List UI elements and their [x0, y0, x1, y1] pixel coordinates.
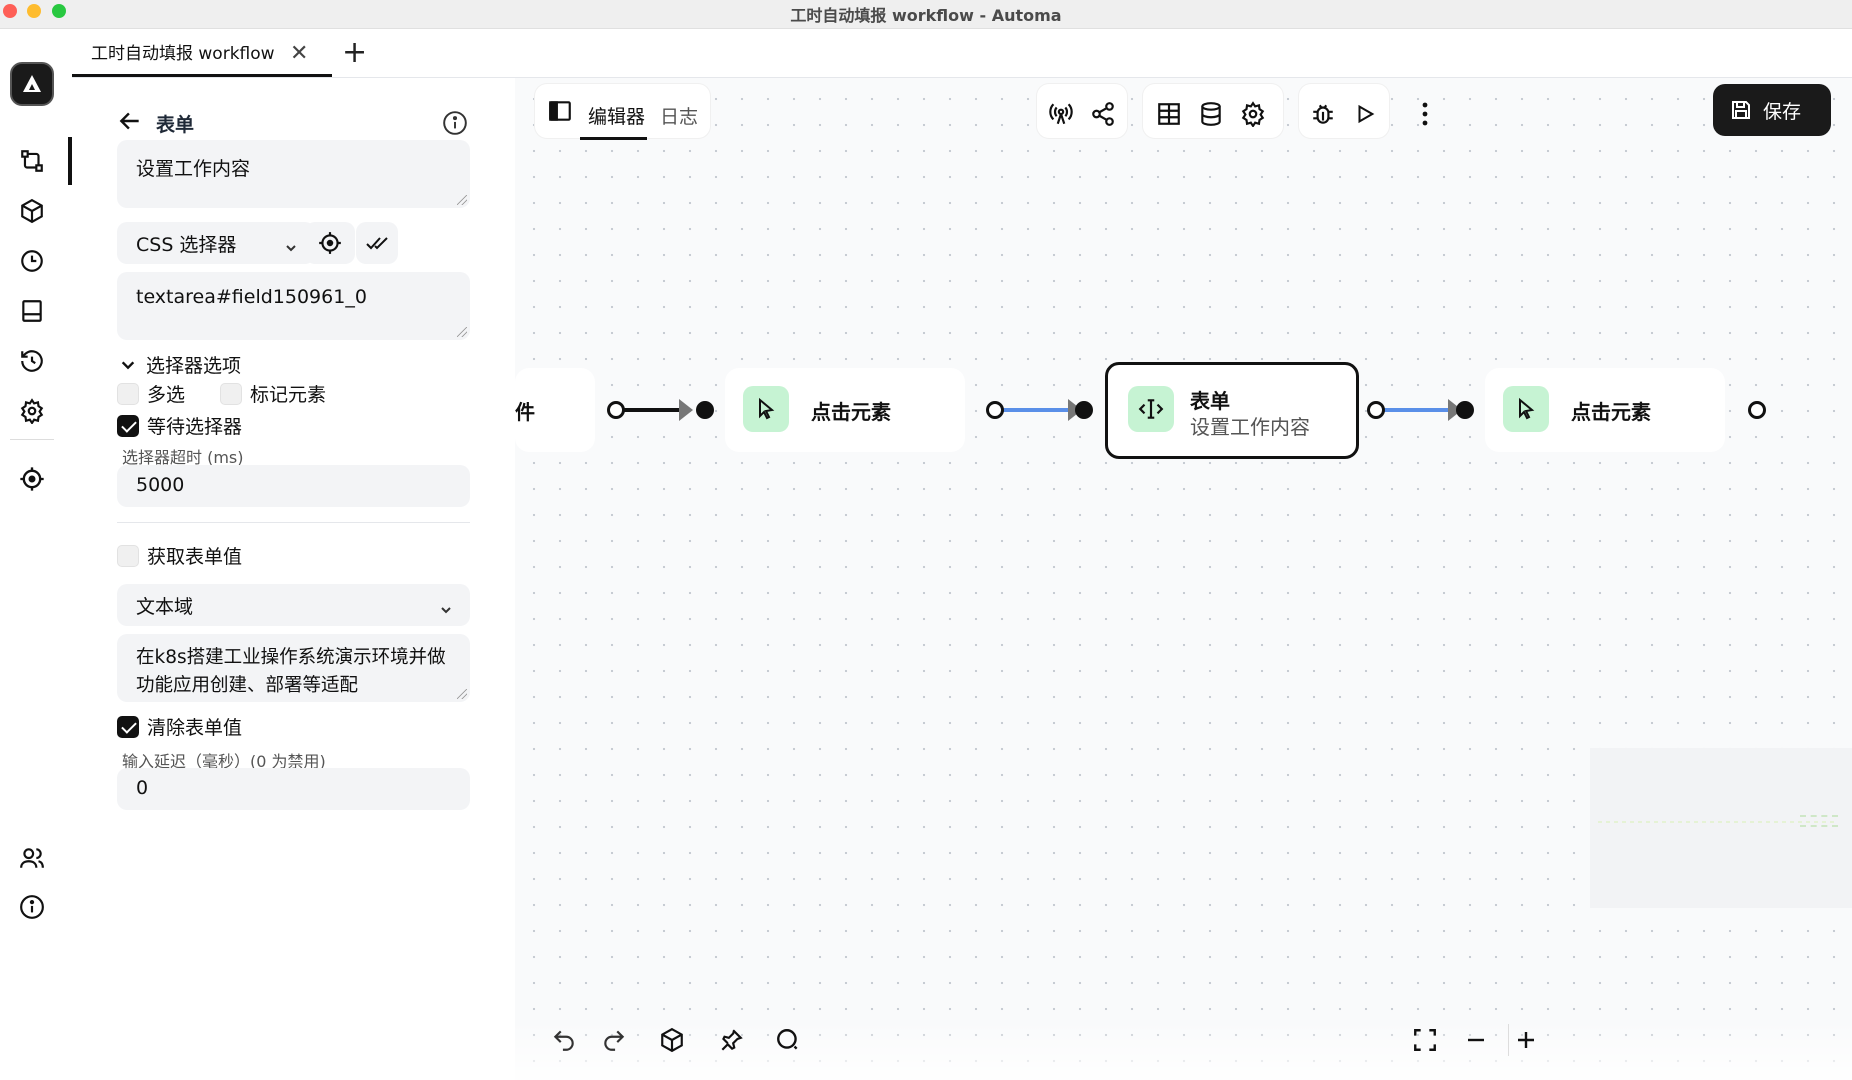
node-description: 设置工作内容	[1190, 415, 1310, 439]
workflow-icon[interactable]	[18, 147, 46, 175]
mark-element-label: 标记元素	[250, 384, 327, 406]
node-output-port[interactable]	[1748, 401, 1766, 419]
resize-grip-icon[interactable]	[457, 689, 467, 699]
click-element-node[interactable]: 点击元素	[1485, 368, 1725, 452]
description-textarea[interactable]: 设置工作内容	[117, 140, 470, 208]
fullscreen-icon[interactable]	[1404, 1019, 1446, 1061]
delay-value: 0	[136, 777, 149, 799]
form-type-value: 文本域	[136, 595, 194, 618]
form-node[interactable]: 表单 设置工作内容	[1105, 362, 1359, 459]
double-check-icon	[366, 237, 388, 250]
checkbox-checked[interactable]	[117, 414, 139, 437]
package-icon[interactable]	[18, 197, 46, 225]
pin-icon[interactable]	[710, 1019, 752, 1061]
clear-value-checkbox[interactable]: 清除表单值	[117, 713, 242, 740]
undo-icon[interactable]	[543, 1019, 585, 1061]
window-title: 工时自动填报 workflow - Automa	[790, 6, 1062, 25]
resize-grip-icon[interactable]	[457, 327, 467, 337]
zoom-out-icon[interactable]	[1455, 1019, 1497, 1061]
node-output-port[interactable]	[607, 401, 625, 419]
text-cursor-icon	[1128, 386, 1174, 432]
zoom-in-icon[interactable]	[1505, 1019, 1547, 1061]
node-label: 点击元素	[811, 400, 891, 424]
node-label: 点击元素	[1571, 400, 1651, 424]
verify-selector-button[interactable]	[356, 222, 398, 264]
wait-selector-checkbox[interactable]: 等待选择器	[117, 412, 242, 439]
chevron-down-icon	[285, 237, 297, 259]
node-output-port[interactable]	[986, 401, 1004, 419]
delay-input[interactable]: 0	[117, 768, 470, 810]
resize-grip-icon[interactable]	[457, 195, 467, 205]
selector-value: textarea#field150961_0	[136, 286, 367, 308]
get-value-checkbox[interactable]: 获取表单值	[117, 542, 242, 569]
add-tab-button[interactable]: +	[342, 35, 367, 70]
trigger-node[interactable]: 件	[515, 368, 595, 452]
redo-icon[interactable]	[593, 1019, 635, 1061]
workflow-tab[interactable]: 工时自动填报 workflow ✕	[72, 29, 332, 77]
clock-icon[interactable]	[18, 247, 46, 275]
tab-strip: 工时自动填报 workflow ✕ +	[72, 29, 1852, 78]
minimap[interactable]	[1590, 748, 1852, 908]
workflow-canvas[interactable]: 编辑器 日志 保存 件 点击元素 表单 设置工作内容 点击元素	[515, 78, 1852, 1080]
checkbox-box[interactable]	[117, 544, 139, 567]
wait-selector-label: 等待选择器	[147, 416, 243, 438]
multiple-checkbox[interactable]: 多选	[117, 380, 185, 407]
node-label: 件	[515, 400, 535, 424]
node-output-port[interactable]	[1367, 401, 1385, 419]
chevron-down-icon	[440, 599, 452, 621]
checkbox-box[interactable]	[220, 382, 242, 405]
package-icon[interactable]	[651, 1019, 693, 1061]
minimap-viewport	[1800, 815, 1838, 827]
cursor-icon	[743, 386, 789, 432]
timeout-value: 5000	[136, 474, 185, 496]
node-label: 表单	[1190, 389, 1230, 413]
mark-element-checkbox[interactable]: 标记元素	[220, 380, 326, 407]
automa-logo-icon[interactable]	[10, 62, 54, 106]
crosshair-icon	[319, 232, 341, 254]
tab-title: 工时自动填报 workflow	[91, 44, 275, 64]
get-value-label: 获取表单值	[147, 546, 243, 568]
selector-type-value: CSS 选择器	[136, 233, 237, 256]
divider	[117, 522, 470, 523]
users-icon[interactable]	[18, 844, 46, 872]
selector-type-select[interactable]: CSS 选择器	[117, 222, 315, 264]
info-icon[interactable]	[18, 893, 46, 921]
window-titlebar: 工时自动填报 workflow - Automa	[0, 0, 1852, 29]
settings-icon[interactable]	[18, 397, 46, 425]
selector-options-label: 选择器选项	[146, 355, 242, 377]
checkbox-box[interactable]	[117, 382, 139, 405]
description-text: 设置工作内容	[136, 158, 251, 180]
node-input-port[interactable]	[1456, 401, 1474, 419]
block-settings-panel: 表单 设置工作内容 CSS 选择器 textarea#field150961_0…	[72, 78, 515, 1080]
info-icon[interactable]	[442, 110, 468, 140]
checkbox-checked[interactable]	[117, 715, 139, 738]
form-text-textarea[interactable]: 在k8s搭建工业操作系统演示环境并做功能应用创建、部署等适配	[117, 634, 470, 702]
form-type-select[interactable]: 文本域	[117, 584, 470, 626]
pick-element-button[interactable]	[305, 222, 355, 264]
timeout-input[interactable]: 5000	[117, 465, 470, 507]
clear-value-label: 清除表单值	[147, 717, 243, 739]
cursor-icon	[1503, 386, 1549, 432]
search-icon[interactable]	[767, 1019, 809, 1061]
node-input-port[interactable]	[696, 401, 714, 419]
crosshair-icon[interactable]	[18, 465, 46, 493]
history-icon[interactable]	[18, 347, 46, 375]
form-text-value: 在k8s搭建工业操作系统演示环境并做功能应用创建、部署等适配	[136, 647, 446, 696]
panel-title: 表单	[156, 114, 195, 136]
selector-textarea[interactable]: textarea#field150961_0	[117, 272, 470, 340]
multiple-label: 多选	[147, 384, 186, 406]
storage-icon[interactable]	[18, 297, 46, 325]
close-tab-icon[interactable]: ✕	[290, 41, 308, 66]
left-rail	[0, 29, 72, 1080]
back-arrow-icon[interactable]	[117, 108, 143, 141]
click-element-node[interactable]: 点击元素	[725, 368, 965, 452]
chevron-down-icon	[121, 360, 135, 369]
node-input-port[interactable]	[1075, 401, 1093, 419]
selector-options-toggle[interactable]: 选择器选项	[120, 351, 241, 378]
